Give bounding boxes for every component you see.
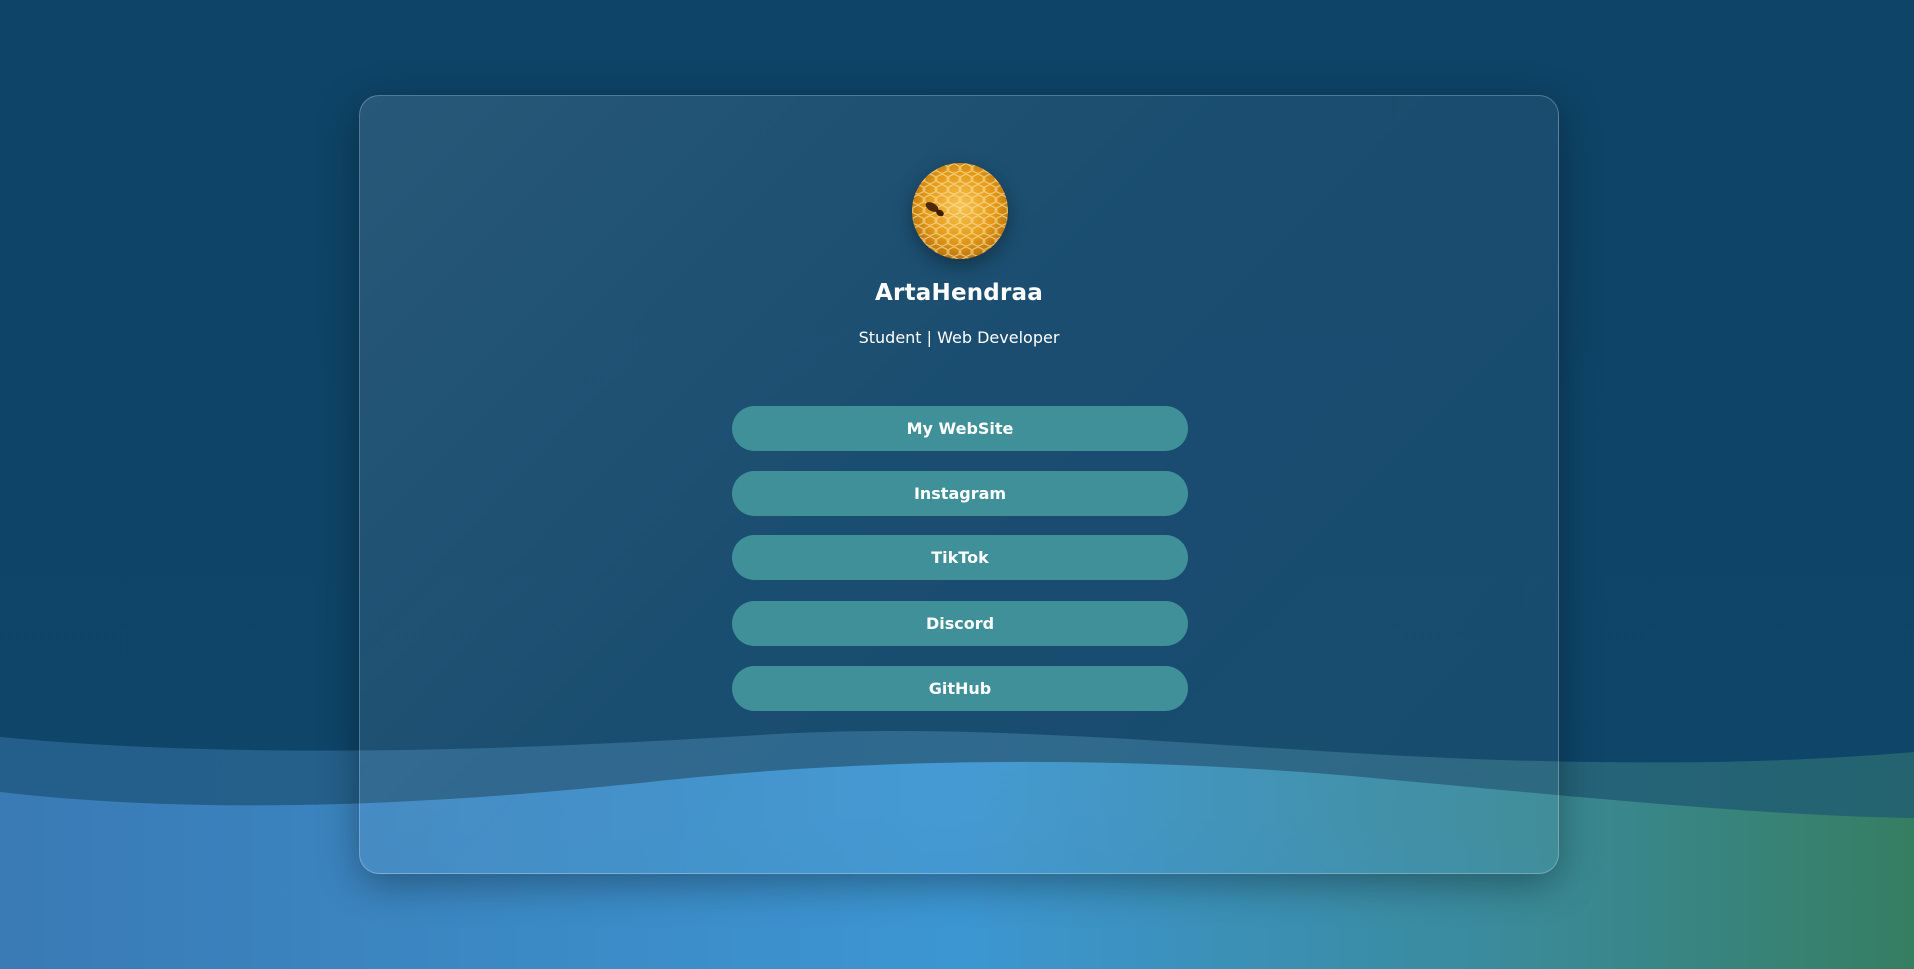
discord-button[interactable]: Discord <box>732 601 1188 646</box>
my-website-button[interactable]: My WebSite <box>732 406 1188 451</box>
link-list: My WebSite Instagram TikTok Discord GitH… <box>732 406 1188 731</box>
instagram-button[interactable]: Instagram <box>732 471 1188 516</box>
profile-name: ArtaHendraa <box>875 280 1043 306</box>
profile-card: ArtaHendraa Student | Web Developer My W… <box>359 95 1559 874</box>
honeycomb-avatar-icon <box>912 163 1008 259</box>
profile-avatar <box>912 163 1008 259</box>
profile-tagline: Student | Web Developer <box>858 328 1060 347</box>
github-button[interactable]: GitHub <box>732 666 1188 711</box>
tiktok-button[interactable]: TikTok <box>732 535 1188 580</box>
